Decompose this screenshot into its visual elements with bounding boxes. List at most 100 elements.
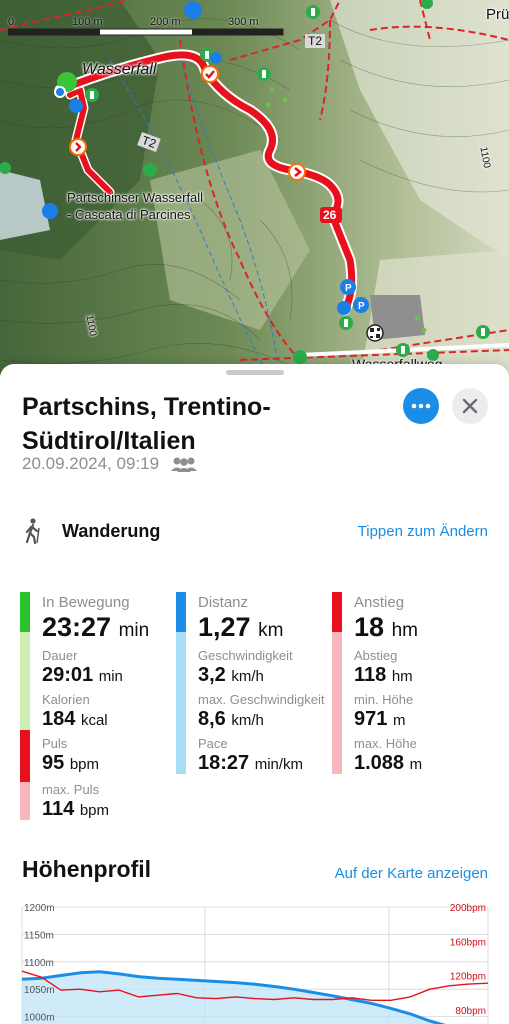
stat-unit: min (118, 620, 150, 641)
stat-value: 184 (42, 708, 76, 730)
stat-label: Puls (42, 736, 68, 751)
stat-label: Pace (198, 736, 228, 751)
group-icon (171, 457, 198, 472)
map-label-wasserfall[interactable]: Wasserfall (82, 61, 156, 79)
stat-value: 114 (42, 798, 75, 820)
map-label-route-26: 26 (323, 208, 337, 222)
stat-max-speed: max. Geschwindigkeit 8,6 km/h (198, 692, 324, 733)
bar-moving-time (20, 592, 30, 632)
track-subline: 20.09.2024, 09:19 (22, 454, 199, 474)
ellipsis-icon (411, 403, 431, 409)
stat-speed: Geschwindigkeit 3,2 km/h (198, 648, 293, 689)
stat-label: In Bewegung (42, 594, 130, 611)
stat-moving-time: In Bewegung 23:27 min (42, 594, 149, 646)
track-title: Partschins, Trentino-Südtirol/Italien (22, 393, 271, 455)
y-left-tick-label: 1100m (24, 958, 54, 969)
activity-type-row[interactable]: Wanderung Tippen zum Ändern (22, 516, 488, 546)
stat-ascent: Anstieg 18 hm (354, 594, 418, 646)
y-left-tick-label: 1000m (24, 1013, 55, 1024)
activity-name: Wanderung (62, 520, 161, 541)
stat-unit: hm (391, 620, 418, 641)
stat-value: 18:27 (198, 752, 250, 774)
stat-max-height: max. Höhe 1.088 m (354, 736, 422, 777)
stat-unit: km/h (231, 712, 264, 729)
stat-unit: bpm (79, 802, 110, 819)
stat-unit: km/h (231, 668, 264, 685)
stat-unit: km (258, 620, 284, 641)
bar-max-pulse (20, 782, 30, 820)
stat-unit: min/km (254, 756, 304, 773)
stat-label: max. Höhe (354, 736, 417, 751)
map-view[interactable]: PP 0 100 m 200 m 300 m Wasserfall Partsc… (0, 0, 509, 380)
svg-text:P: P (345, 283, 352, 294)
bar-ascent (332, 592, 342, 632)
stat-value: 29:01 (42, 664, 94, 686)
elevation-profile-chart[interactable]: 1200m 1150m 1100m 1050m 1000m 200bpm 160bpm 120… (0, 894, 509, 1024)
stat-unit: m (392, 712, 406, 729)
stats-grid: In Bewegung 23:27 min Dauer 29:01 min Ka… (20, 592, 500, 822)
y-right-tick-label: 200bpm (450, 903, 486, 914)
stat-label: max. Geschwindigkeit (198, 692, 325, 707)
stat-unit: kcal (80, 712, 108, 729)
elevation-profile-title: Höhenprofil (22, 856, 152, 882)
stat-value: 8,6 (198, 708, 226, 730)
stat-value: 3,2 (198, 664, 226, 686)
stat-label: Distanz (198, 594, 249, 611)
scale-label-100: 100 m (72, 16, 103, 28)
close-button[interactable] (452, 388, 488, 424)
stat-unit: min (98, 668, 123, 685)
map-label-t2-a: T2 (305, 34, 326, 48)
hiking-icon (25, 518, 40, 544)
y-right-tick-label: 160bpm (450, 937, 486, 948)
y-left-tick-label: 1150m (24, 930, 54, 941)
sheet-grabber[interactable] (226, 370, 284, 375)
map-label-parcines-1[interactable]: Partschinser Wasserfall (67, 190, 203, 205)
bar-descent (332, 632, 342, 774)
stat-value: 1,27 (198, 612, 251, 642)
stat-pulse: Puls 95 bpm (42, 736, 99, 777)
more-button[interactable] (403, 388, 439, 424)
stat-value: 18 (354, 612, 385, 642)
map-label-parcines-2[interactable]: - Cascata di Parcines (67, 207, 191, 222)
y-left-tick-label: 1200m (24, 903, 55, 914)
stat-unit: bpm (69, 756, 99, 773)
stat-value: 1.088 (354, 752, 405, 774)
svg-text:P: P (358, 301, 365, 312)
show-on-map-link[interactable]: Auf der Karte anzeigen (335, 865, 488, 882)
stat-label: max. Puls (42, 782, 100, 797)
map-scale-bar: 0 100 m 200 m 300 m (8, 14, 298, 36)
bar-pulse (20, 730, 30, 782)
track-date: 20.09.2024, 09:19 (22, 454, 160, 473)
stat-unit: hm (391, 668, 413, 685)
track-details-sheet[interactable]: Partschins, Trentino-Südtirol/Italien 20… (0, 364, 509, 1024)
scale-label-200: 200 m (150, 16, 181, 28)
stat-value: 23:27 (42, 612, 112, 642)
stat-label: Anstieg (354, 594, 405, 611)
stat-label: Dauer (42, 648, 78, 663)
y-left-tick-label: 1050m (24, 985, 55, 996)
bar-duration (20, 632, 30, 730)
stat-value: 95 (42, 752, 65, 774)
stat-duration: Dauer 29:01 min (42, 648, 123, 689)
bar-speed (176, 632, 186, 774)
stat-label: Geschwindigkeit (198, 648, 293, 663)
bar-distance (176, 592, 186, 632)
stat-pace: Pace 18:27 min/km (198, 736, 303, 777)
stat-calories: Kalorien 184 kcal (42, 692, 108, 733)
stat-descent: Abstieg 118 hm (354, 648, 413, 689)
y-right-tick-label: 120bpm (450, 972, 486, 983)
stat-max-pulse: max. Puls 114 bpm (42, 782, 109, 823)
scale-label-0: 0 (8, 16, 15, 28)
stat-label: Abstieg (354, 648, 398, 663)
stat-unit: m (409, 756, 423, 773)
scale-label-300: 300 m (228, 16, 259, 28)
map-label-village-top[interactable]: Prü (486, 6, 509, 23)
stat-value: 971 (354, 708, 388, 730)
stat-value: 118 (354, 664, 387, 686)
change-activity-link[interactable]: Tippen zum Ändern (358, 523, 488, 540)
stat-min-height: min. Höhe 971 m (354, 692, 413, 733)
stat-label: Kalorien (42, 692, 90, 707)
stat-label: min. Höhe (354, 692, 414, 707)
stat-distance: Distanz 1,27 km (198, 594, 283, 646)
y-right-tick-label: 80bpm (455, 1006, 486, 1017)
